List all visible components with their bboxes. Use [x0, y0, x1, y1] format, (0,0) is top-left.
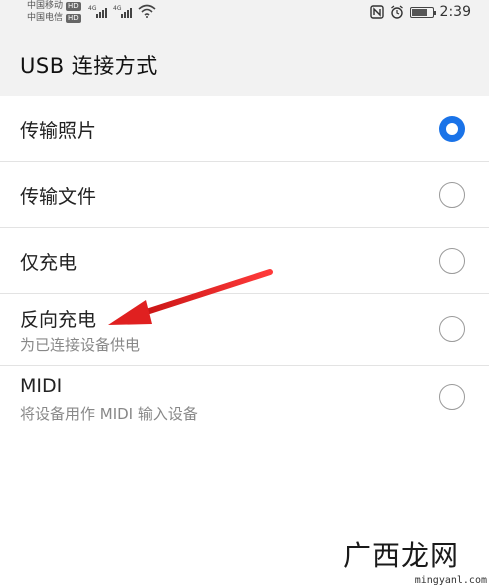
status-right: 2:39	[369, 4, 471, 20]
option-label: 仅充电	[20, 252, 78, 274]
option-transfer-files[interactable]: 传输文件	[0, 162, 489, 228]
signal-group: 4G 4G	[88, 4, 156, 18]
radio-button[interactable]	[439, 248, 465, 274]
status-bar: 中国移动 HD 中国电信 HD 4G 4G 2:39	[0, 0, 489, 30]
alarm-icon	[390, 5, 403, 19]
hd-badge: HD	[66, 13, 81, 23]
radio-button[interactable]	[439, 384, 465, 410]
option-subtitle: 将设备用作 MIDI 输入设备	[20, 405, 198, 423]
clock: 2:39	[439, 4, 471, 20]
nfc-icon	[369, 5, 384, 19]
option-label: 传输文件	[20, 186, 97, 208]
page-title: USB 连接方式	[20, 54, 158, 78]
watermark-url: mingyanl.com	[414, 575, 487, 586]
battery-icon	[409, 6, 436, 18]
header: USB 连接方式	[0, 30, 489, 96]
option-label: 传输照片	[20, 120, 97, 142]
option-midi[interactable]: MIDI 将设备用作 MIDI 输入设备	[0, 366, 489, 434]
option-subtitle: 为已连接设备供电	[20, 336, 141, 354]
option-transfer-photos[interactable]: 传输照片	[0, 96, 489, 162]
network-type-2: 4G	[113, 5, 122, 12]
carrier-1-name: 中国移动	[27, 1, 64, 11]
signal-icon: 4G	[88, 5, 107, 18]
network-type-1: 4G	[88, 5, 97, 12]
watermark-text: 广西龙网	[342, 539, 459, 572]
carrier-2-name: 中国电信	[27, 13, 64, 23]
option-reverse-charge[interactable]: 反向充电 为已连接设备供电	[0, 294, 489, 366]
option-label: MIDI	[20, 375, 63, 397]
carrier-info: 中国移动 HD 中国电信 HD	[27, 0, 81, 24]
radio-selected[interactable]	[439, 116, 465, 142]
hd-badge: HD	[66, 1, 81, 11]
signal-icon: 4G	[113, 5, 132, 18]
radio-button[interactable]	[439, 182, 465, 208]
option-charge-only[interactable]: 仅充电	[0, 228, 489, 294]
wifi-icon	[138, 4, 156, 18]
radio-button[interactable]	[439, 316, 465, 342]
option-label: 反向充电	[20, 309, 97, 331]
